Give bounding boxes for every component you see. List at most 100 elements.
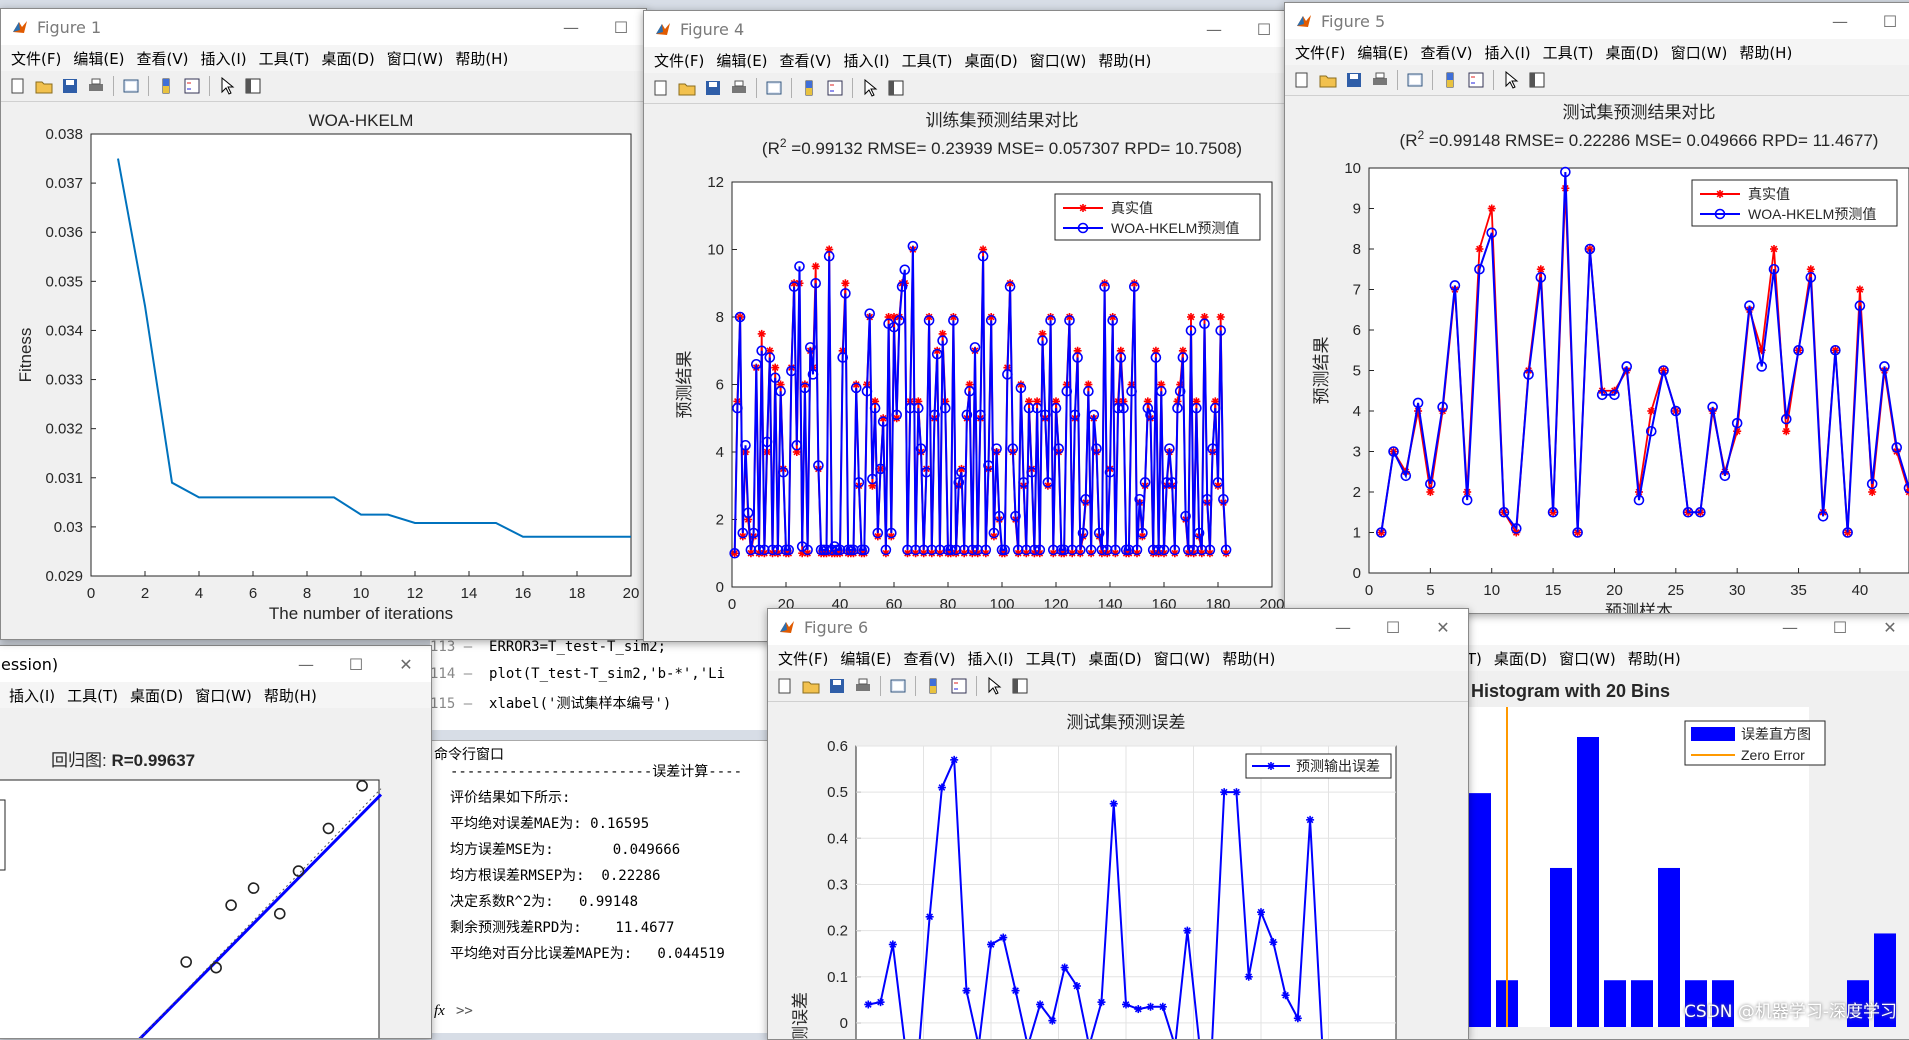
- figure-1-titlebar: Figure 1 — ☐: [1, 9, 646, 45]
- colorbar-icon[interactable]: [923, 676, 943, 696]
- figure-6-window: Figure 6 — ☐ ✕ 文件(F)编辑(E)查看(V)插入(I)工具(T)…: [767, 608, 1469, 1040]
- property-inspector-icon[interactable]: [1527, 70, 1547, 90]
- minimize-button[interactable]: —: [1815, 3, 1865, 39]
- menu-item-4[interactable]: 工具(T): [1026, 648, 1077, 669]
- maximize-button[interactable]: ☐: [331, 646, 381, 682]
- menu-item-1[interactable]: 桌面(D): [1494, 648, 1547, 669]
- menu-item-2[interactable]: 查看(V): [904, 648, 956, 669]
- command-prompt[interactable]: >>: [456, 1003, 473, 1019]
- link-plot-icon[interactable]: [1405, 70, 1425, 90]
- menu-item-1[interactable]: 编辑(E): [840, 648, 891, 669]
- minimize-button[interactable]: —: [1765, 609, 1815, 645]
- menu-item-3[interactable]: 窗口(W): [195, 685, 252, 706]
- open-folder-icon[interactable]: [801, 676, 821, 696]
- menu-item-7[interactable]: 帮助(H): [1222, 648, 1275, 669]
- cursor-icon[interactable]: [860, 78, 880, 98]
- save-icon[interactable]: [827, 676, 847, 696]
- menu-item-2[interactable]: 查看(V): [1421, 42, 1473, 63]
- cursor-icon[interactable]: [984, 676, 1004, 696]
- menu-item-3[interactable]: 帮助(H): [1628, 648, 1681, 669]
- print-icon[interactable]: [729, 78, 749, 98]
- menu-item-1[interactable]: 编辑(E): [716, 50, 767, 71]
- colorbar-icon[interactable]: [799, 78, 819, 98]
- menu-item-6[interactable]: 窗口(W): [1154, 648, 1211, 669]
- link-plot-icon[interactable]: [764, 78, 784, 98]
- menu-item-5[interactable]: 桌面(D): [322, 48, 375, 69]
- close-button[interactable]: ✕: [381, 646, 431, 682]
- print-icon[interactable]: [853, 676, 873, 696]
- menu-item-0[interactable]: 文件(F): [654, 50, 704, 71]
- menu-item-4[interactable]: 工具(T): [902, 50, 953, 71]
- menu-item-1[interactable]: 编辑(E): [1357, 42, 1408, 63]
- new-file-icon[interactable]: [775, 676, 795, 696]
- figure-5-toolbar: [1285, 65, 1909, 96]
- new-file-icon[interactable]: [8, 76, 28, 96]
- menu-item-2[interactable]: 窗口(W): [1559, 648, 1616, 669]
- menu-item-0[interactable]: 文件(F): [778, 648, 828, 669]
- save-icon[interactable]: [1344, 70, 1364, 90]
- menu-item-6[interactable]: 窗口(W): [387, 48, 444, 69]
- property-inspector-icon[interactable]: [243, 76, 263, 96]
- matlab-icon: [778, 618, 796, 636]
- print-icon[interactable]: [1370, 70, 1390, 90]
- new-file-icon[interactable]: [1292, 70, 1312, 90]
- minimize-button[interactable]: —: [1189, 11, 1239, 47]
- maximize-button[interactable]: ☐: [1239, 11, 1289, 47]
- x-tick-label: 2: [141, 585, 149, 602]
- menu-item-5[interactable]: 桌面(D): [1606, 42, 1659, 63]
- legend-icon[interactable]: [182, 76, 202, 96]
- menu-item-4[interactable]: 帮助(H): [264, 685, 317, 706]
- maximize-button[interactable]: ☐: [596, 9, 646, 45]
- legend-icon[interactable]: [1466, 70, 1486, 90]
- menu-item-2[interactable]: 桌面(D): [130, 685, 183, 706]
- minimize-button[interactable]: —: [281, 646, 331, 682]
- menu-item-2[interactable]: 查看(V): [137, 48, 189, 69]
- save-icon[interactable]: [703, 78, 723, 98]
- menu-item-3[interactable]: 插入(I): [201, 48, 247, 69]
- menu-item-1[interactable]: 编辑(E): [73, 48, 124, 69]
- menu-item-5[interactable]: 桌面(D): [1089, 648, 1142, 669]
- close-button[interactable]: ✕: [1418, 609, 1468, 645]
- menu-item-4[interactable]: 工具(T): [1543, 42, 1594, 63]
- menu-item-1[interactable]: 工具(T): [67, 685, 118, 706]
- legend-label: 误差直方图: [1741, 726, 1811, 742]
- save-icon[interactable]: [60, 76, 80, 96]
- open-folder-icon[interactable]: [34, 76, 54, 96]
- maximize-button[interactable]: ☐: [1368, 609, 1418, 645]
- menu-item-7[interactable]: 帮助(H): [1098, 50, 1151, 71]
- open-folder-icon[interactable]: [1318, 70, 1338, 90]
- maximize-button[interactable]: ☐: [1815, 609, 1865, 645]
- colorbar-icon[interactable]: [156, 76, 176, 96]
- close-button[interactable]: ✕: [1865, 609, 1909, 645]
- link-plot-icon[interactable]: [121, 76, 141, 96]
- link-plot-icon[interactable]: [888, 676, 908, 696]
- cursor-icon[interactable]: [217, 76, 237, 96]
- minimize-button[interactable]: —: [1318, 609, 1368, 645]
- menu-item-4[interactable]: 工具(T): [259, 48, 310, 69]
- property-inspector-icon[interactable]: [886, 78, 906, 98]
- menu-item-3[interactable]: 插入(I): [968, 648, 1014, 669]
- menu-item-2[interactable]: 查看(V): [780, 50, 832, 71]
- menu-item-6[interactable]: 窗口(W): [1671, 42, 1728, 63]
- print-icon[interactable]: [86, 76, 106, 96]
- legend-icon[interactable]: [949, 676, 969, 696]
- regression-chart: 回归图: R=0.99637: [0, 738, 431, 1038]
- star-marker: [758, 330, 766, 338]
- new-file-icon[interactable]: [651, 78, 671, 98]
- menu-item-3[interactable]: 插入(I): [844, 50, 890, 71]
- menu-item-6[interactable]: 窗口(W): [1030, 50, 1087, 71]
- property-inspector-icon[interactable]: [1010, 676, 1030, 696]
- cursor-icon[interactable]: [1501, 70, 1521, 90]
- menu-item-0[interactable]: 文件(F): [1295, 42, 1345, 63]
- maximize-button[interactable]: ☐: [1865, 3, 1909, 39]
- minimize-button[interactable]: —: [546, 9, 596, 45]
- menu-item-0[interactable]: 文件(F): [11, 48, 61, 69]
- menu-item-0[interactable]: 插入(I): [9, 685, 55, 706]
- open-folder-icon[interactable]: [677, 78, 697, 98]
- colorbar-icon[interactable]: [1440, 70, 1460, 90]
- menu-item-5[interactable]: 桌面(D): [965, 50, 1018, 71]
- menu-item-3[interactable]: 插入(I): [1485, 42, 1531, 63]
- legend-icon[interactable]: [825, 78, 845, 98]
- menu-item-7[interactable]: 帮助(H): [455, 48, 508, 69]
- menu-item-7[interactable]: 帮助(H): [1739, 42, 1792, 63]
